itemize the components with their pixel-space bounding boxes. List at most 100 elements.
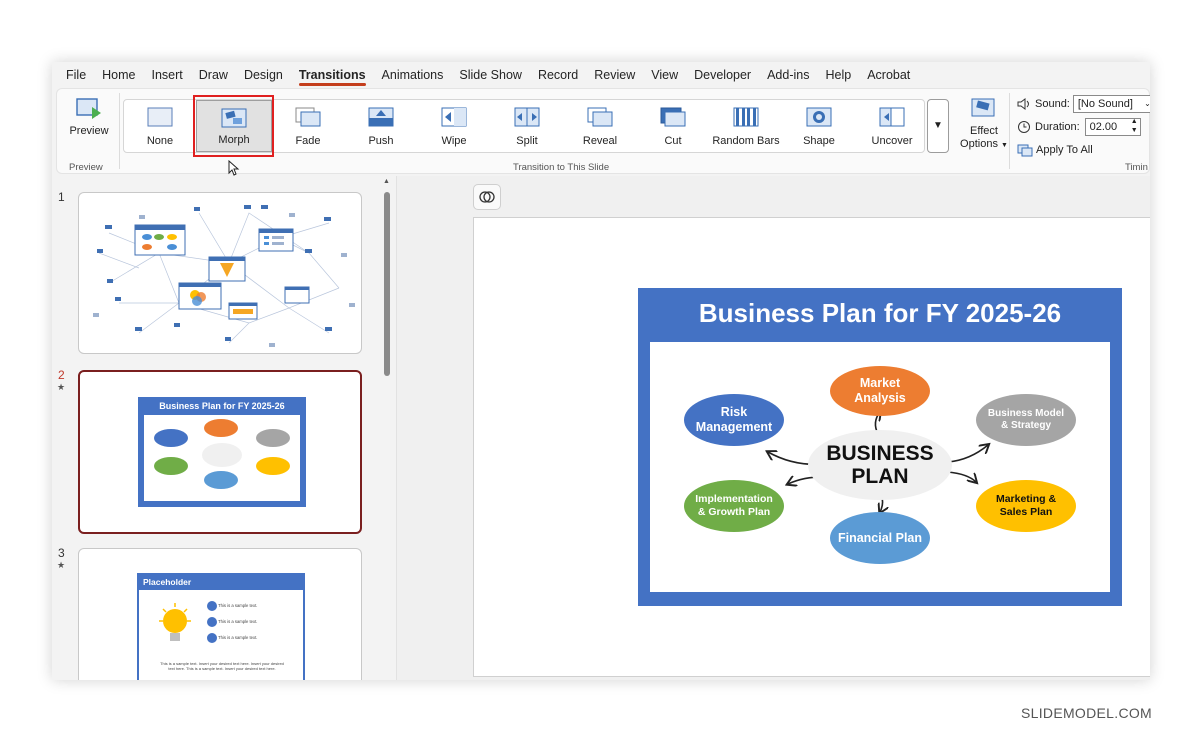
group-separator	[1009, 93, 1010, 169]
apply-all-icon	[1017, 144, 1033, 156]
business-plan-center-node: BUSINESS PLAN	[808, 430, 952, 500]
thumb-node	[256, 457, 290, 475]
transition-none[interactable]: None	[124, 100, 196, 152]
mouse-cursor-icon	[228, 160, 240, 176]
transition-random-bars[interactable]: Random Bars	[710, 100, 782, 152]
thumb-center-node	[202, 443, 242, 467]
apply-all-button[interactable]: Apply To All	[1017, 139, 1150, 161]
transition-label: Fade	[295, 135, 321, 147]
tab-animations[interactable]: Animations	[374, 62, 452, 88]
thumb-slide-body	[144, 415, 300, 501]
reveal-transition-icon	[587, 107, 613, 127]
thumb-sample-paragraph: This is a sample text. Insert your desir…	[160, 661, 284, 671]
thumb-sample-list: This is a sample text. This is a sample …	[207, 601, 303, 649]
ribbon-panel: Preview Preview None Morph Fade Push Wip…	[56, 88, 1150, 174]
implementation-node: Implementation & Growth Plan	[684, 480, 784, 532]
slide-thumbnail-1[interactable]	[78, 192, 362, 354]
transition-label: Uncover	[871, 135, 913, 147]
ribbon: Preview Preview None Morph Fade Push Wip…	[52, 88, 1150, 176]
animation-star-icon: ★	[57, 560, 66, 570]
tab-record[interactable]: Record	[530, 62, 586, 88]
watermark: SLIDEMODEL.COM	[1021, 705, 1152, 721]
tab-developer[interactable]: Developer	[686, 62, 759, 88]
tab-draw[interactable]: Draw	[191, 62, 236, 88]
spinner-icon[interactable]: ▲ ▼	[1131, 117, 1138, 135]
business-plan-frame: Business Plan for FY 2025-26 Market Anal…	[638, 288, 1122, 606]
tab-transitions[interactable]: Transitions	[291, 62, 374, 88]
network-diagram-thumbnail	[93, 205, 355, 347]
preview-icon	[76, 97, 102, 121]
transition-split[interactable]: Split	[491, 100, 563, 152]
tab-insert[interactable]: Insert	[144, 62, 191, 88]
slide-canvas[interactable]: Business Plan for FY 2025-26 Market Anal…	[473, 217, 1150, 677]
animation-star-icon: ★	[57, 382, 66, 392]
fade-transition-icon	[295, 107, 321, 127]
slide-editor: Business Plan for FY 2025-26 Market Anal…	[396, 176, 1150, 680]
copilot-button[interactable]	[473, 184, 501, 210]
transition-label: None	[146, 135, 174, 147]
slide-thumbnail-2[interactable]: Business Plan for FY 2025-26	[78, 370, 362, 534]
apply-all-label: Apply To All	[1036, 144, 1093, 156]
diagram-area: Market Analysis Risk Management Business M…	[650, 342, 1110, 592]
group-separator	[119, 93, 120, 169]
transition-push[interactable]: Push	[345, 100, 417, 152]
business-model-node: Business Model & Strategy	[976, 394, 1076, 446]
slide-thumbnail-pane: 1 2 ★ Business Plan for FY 2025-26 3 ★ P…	[52, 176, 396, 680]
powerpoint-window: File Home Insert Draw Design Transitions…	[52, 62, 1150, 680]
transition-label: Cut	[664, 135, 682, 147]
shape-transition-icon	[806, 107, 832, 127]
transition-label: Reveal	[582, 135, 618, 147]
thumb-node	[204, 471, 238, 489]
effect-options-label-1: Effect	[970, 125, 998, 137]
thumb-node	[204, 419, 238, 437]
sound-label: Sound:	[1035, 98, 1070, 110]
tab-view[interactable]: View	[643, 62, 686, 88]
thumbnail-scrollbar[interactable]: ▲	[382, 176, 392, 680]
tab-file[interactable]: File	[58, 62, 94, 88]
random-bars-transition-icon	[733, 107, 759, 127]
tab-add-ins[interactable]: Add-ins	[759, 62, 817, 88]
wipe-transition-icon	[441, 107, 467, 127]
duration-input[interactable]: 02.00 ▲ ▼	[1084, 117, 1141, 136]
effect-options-button[interactable]: Effect Options ▼	[959, 97, 1009, 152]
tab-review[interactable]: Review	[586, 62, 643, 88]
transition-fade[interactable]: Fade	[272, 100, 344, 152]
thumb-slide-title: Business Plan for FY 2025-26	[159, 401, 285, 411]
copilot-icon	[479, 191, 495, 203]
transition-label: Shape	[803, 135, 835, 147]
transition-label: Wipe	[441, 135, 467, 147]
scroll-up-icon[interactable]: ▲	[383, 178, 390, 185]
scrollbar-thumb[interactable]	[384, 192, 390, 376]
thumb-node	[256, 429, 290, 447]
effect-options-label-2: Options ▼	[960, 138, 1008, 150]
tab-help[interactable]: Help	[817, 62, 859, 88]
slide-title: Business Plan for FY 2025-26	[698, 298, 1062, 328]
tab-slide-show[interactable]: Slide Show	[451, 62, 530, 88]
sound-value: [No Sound]	[1077, 98, 1133, 110]
tab-design[interactable]: Design	[236, 62, 291, 88]
transition-label: Push	[368, 135, 394, 147]
slide-thumbnail-3[interactable]: Placeholder This is a sample text. This …	[78, 548, 362, 680]
chevron-down-icon: ▼	[1001, 142, 1008, 149]
effect-options-icon	[971, 98, 995, 117]
sound-row: Sound: [No Sound] ⌄	[1017, 93, 1150, 115]
transition-reveal[interactable]: Reveal	[564, 100, 636, 152]
tab-acrobat[interactable]: Acrobat	[859, 62, 918, 88]
preview-button[interactable]: Preview	[67, 97, 111, 137]
chevron-down-icon: ⌄	[1144, 99, 1150, 108]
sound-dropdown[interactable]: [No Sound] ⌄	[1072, 95, 1150, 113]
speaker-icon	[1017, 98, 1029, 110]
transition-shape[interactable]: Shape	[783, 100, 855, 152]
transition-wipe[interactable]: Wipe	[418, 100, 490, 152]
tab-home[interactable]: Home	[94, 62, 143, 88]
more-icon: ▼	[933, 120, 943, 131]
transition-uncover[interactable]: Uncover	[856, 100, 928, 152]
morph-highlight-box	[193, 95, 274, 157]
lightbulb-icon	[159, 603, 191, 641]
cut-transition-icon	[660, 107, 686, 127]
gallery-more-button[interactable]: ▼	[927, 99, 949, 153]
transition-cut[interactable]: Cut	[637, 100, 709, 152]
preview-label: Preview	[69, 125, 109, 137]
clock-icon	[1018, 121, 1030, 133]
none-transition-icon	[147, 107, 173, 127]
